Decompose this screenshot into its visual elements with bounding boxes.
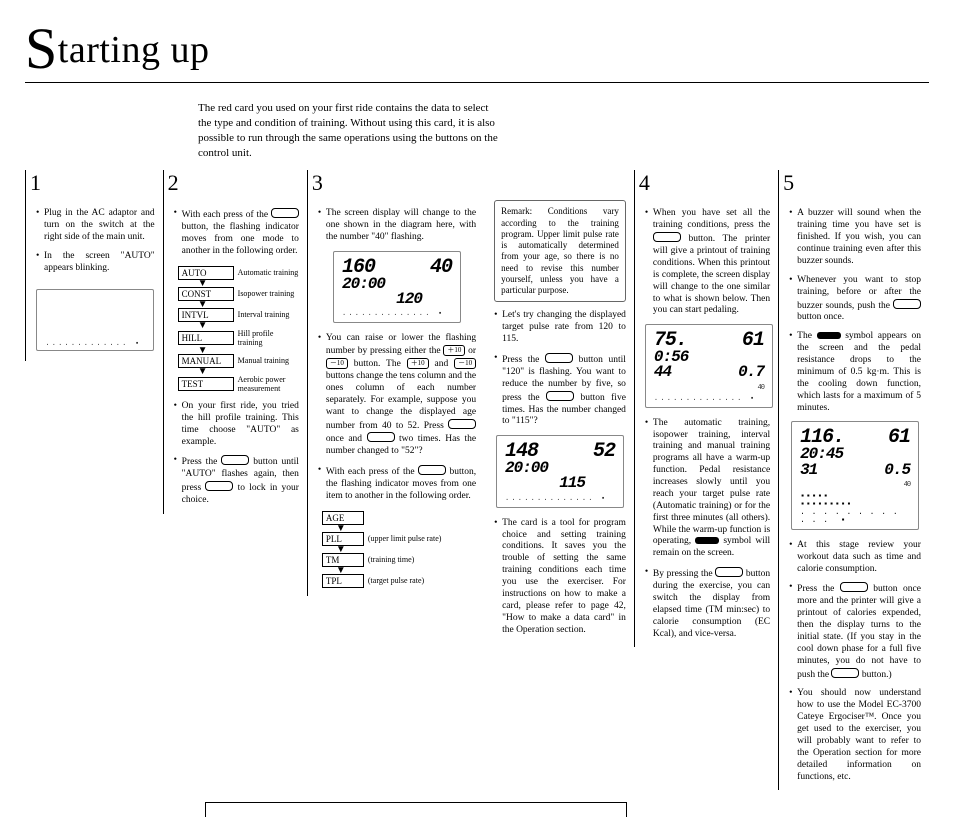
start-btn-icon <box>653 232 681 242</box>
lcd-display-2: 14852 20:00 115 . . . . . . . . . . . . … <box>496 435 624 507</box>
column-3: 3 The screen display will change to the … <box>307 170 484 595</box>
page-title-row: Starting up <box>25 15 929 83</box>
age-table: AGE ▼ PLL(upper limit pulse rate) ▼ TM(t… <box>322 511 476 588</box>
enter-btn-icon <box>205 481 233 491</box>
remark-box: Remark: Conditions vary according to the… <box>494 200 626 302</box>
c2-item-1: With each press of the button, the flash… <box>174 208 299 258</box>
step-number-5: 5 <box>783 170 921 196</box>
stop-btn-icon-3 <box>831 668 859 678</box>
step-number-3: 3 <box>312 170 476 196</box>
step-number-4: 4 <box>639 170 770 196</box>
lcd-placeholder-1: . . . . . . . . . . . . . ▪ <box>36 289 154 351</box>
c3-item-2: You can raise or lower the flashing numb… <box>318 333 476 458</box>
c6-item-6: You should now understand how to use the… <box>789 688 921 783</box>
column-5: 5 A buzzer will sound when the training … <box>778 170 929 790</box>
c6-item-2: Whenever you want to stop training, befo… <box>789 275 921 325</box>
column-2: 2 With each press of the button, the fla… <box>163 170 307 514</box>
bottom-frame <box>205 802 627 817</box>
cooldown-symbol-icon <box>817 332 841 339</box>
c4-item-1: Let's try changing the displayed target … <box>494 310 626 346</box>
column-4: 4 When you have set all the training con… <box>634 170 778 647</box>
c5-item-2: The automatic training, isopower trainin… <box>645 418 770 561</box>
c6-item-3: The symbol appears on the screen and the… <box>789 331 921 414</box>
stop-btn-icon-2 <box>840 582 868 592</box>
item-btn-icon <box>418 465 446 475</box>
c5-item-1: When you have set all the training condi… <box>645 208 770 317</box>
c1-item-1: Plug in the AC adaptor and turn on the s… <box>36 208 155 244</box>
mode-btn-icon <box>221 455 249 465</box>
minus10-icon: －10 <box>326 358 348 369</box>
mode-test: TEST <box>178 377 234 391</box>
mode-table: AUTOAutomatic training ▼ CONSTIsopower t… <box>178 266 299 393</box>
minus10-icon-2: －10 <box>454 358 476 369</box>
warmup-symbol-icon <box>695 537 719 544</box>
c6-item-4: At this stage review your workout data s… <box>789 540 921 576</box>
column-1: 1 Plug in the AC adaptor and turn on the… <box>25 170 163 360</box>
c6-item-5: Press the button once more and the print… <box>789 582 921 681</box>
column-3b: Remark: Conditions vary according to the… <box>484 170 634 643</box>
lcd-display-3: 75.61 0:56 440.7 40 . . . . . . . . . . … <box>645 324 773 407</box>
lcd-display-4: 116.61 20:45 310.5 40 ▪▪▪▪▪▪▪▪▪▪▪▪▪▪. . … <box>791 421 919 529</box>
plus10-icon-2: ＋10 <box>407 358 429 369</box>
minus-btn-icon <box>546 391 574 401</box>
step-number-1: 1 <box>30 170 155 196</box>
lcd-display-1: 16040 20:00 120 . . . . . . . . . . . . … <box>333 251 461 323</box>
page-title: Starting up <box>25 29 209 71</box>
mode-hill: HILL <box>178 331 234 345</box>
plus-btn-icon-2 <box>367 432 395 442</box>
c4-item-3: The card is a tool for program choice an… <box>494 518 626 637</box>
c3-item-1: The screen display will change to the on… <box>318 208 476 244</box>
plus10-icon: ＋10 <box>443 345 465 356</box>
mode-button-icon <box>271 208 299 218</box>
step-number-2: 2 <box>168 170 299 196</box>
c5-item-3: By pressing the button during the exerci… <box>645 567 770 640</box>
c2-item-2: On your first ride, you tried the hill p… <box>174 401 299 449</box>
intro-paragraph: The red card you used on your first ride… <box>198 101 498 160</box>
c4-item-2: Press the button until "120" is flashing… <box>494 353 626 428</box>
display-btn-icon <box>715 567 743 577</box>
stop-btn-icon <box>893 299 921 309</box>
c2-item-3: Press the button until "AUTO" flashes ag… <box>174 455 299 507</box>
c6-item-1: A buzzer will sound when the training ti… <box>789 208 921 267</box>
c1-item-2: In the screen "AUTO" appears blinking. <box>36 251 155 275</box>
c3-item-3: With each press of the button, the flash… <box>318 465 476 503</box>
item-btn-icon-2 <box>545 353 573 363</box>
tpl-box: TPL <box>322 574 364 588</box>
plus-btn-icon <box>448 419 476 429</box>
